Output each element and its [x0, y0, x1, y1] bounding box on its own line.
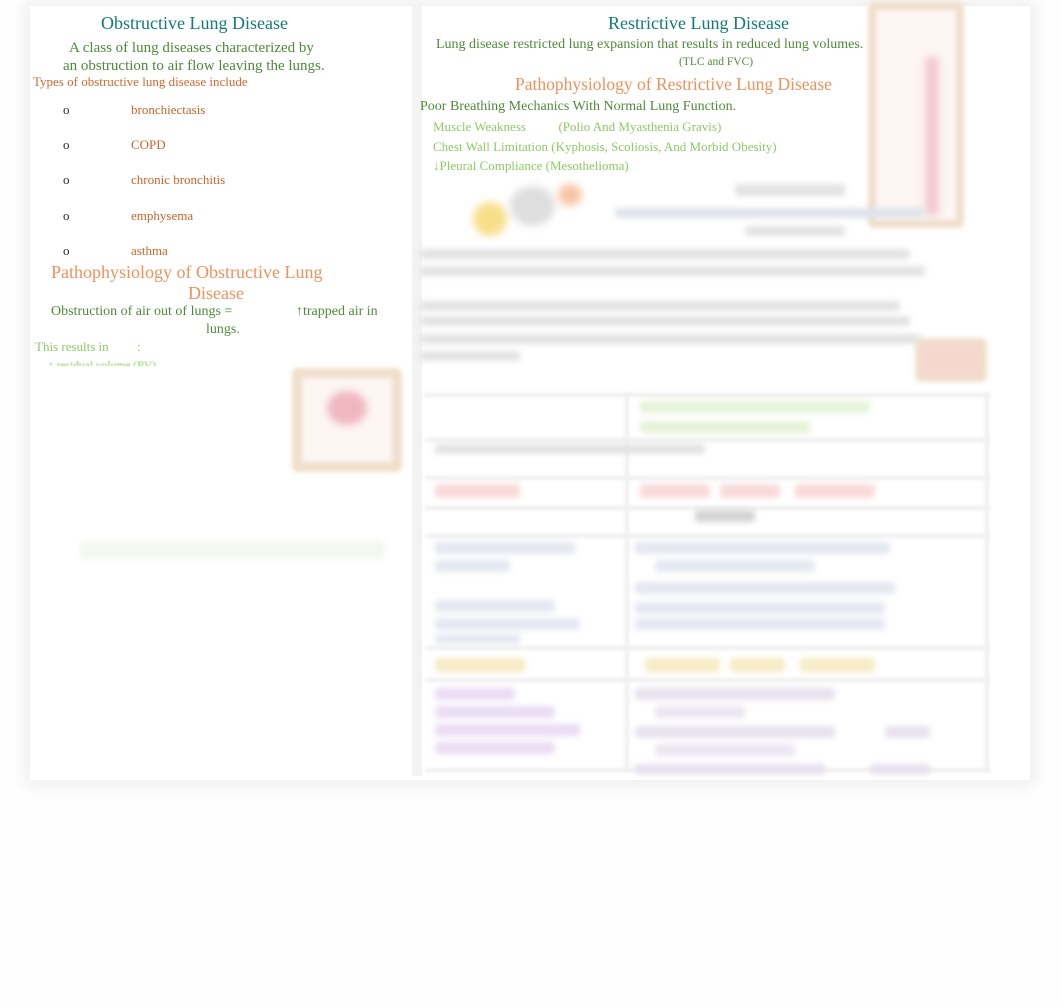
cause-label: Chest Wall Limitation	[433, 139, 548, 154]
list-bullet: o	[63, 172, 70, 187]
list-bullet: o	[63, 102, 70, 117]
table-cell	[435, 444, 705, 454]
table-cell	[655, 744, 795, 756]
table-rule	[425, 678, 990, 682]
table-rule	[425, 646, 990, 650]
table-cell	[635, 618, 885, 630]
results-item-partial: ↑ residual volume (RV)	[48, 360, 156, 366]
table-rule	[425, 438, 990, 442]
cause-label: ↓Pleural Compliance	[433, 158, 543, 173]
table-cell	[435, 542, 575, 554]
obstructive-definition-line2: an obstruction to air flow leaving the l…	[63, 58, 325, 74]
cause-examples: (Polio And Myasthenia Gravis)	[558, 119, 722, 134]
table-cell	[635, 726, 835, 738]
obstructive-patho-text-line2: lungs.	[206, 322, 240, 337]
lung-volume-image	[868, 2, 964, 228]
blurred-caption	[80, 541, 385, 559]
obstructive-section: Obstructive Lung Disease A class of lung…	[33, 6, 422, 776]
table-header-cell	[645, 658, 720, 672]
table-cell	[435, 634, 520, 644]
results-colon: :	[137, 339, 141, 354]
table-cell	[435, 688, 515, 700]
list-label: asthma	[131, 243, 168, 258]
cause-item: Muscle Weakness (Polio And Myasthenia Gr…	[433, 119, 721, 135]
table-cell	[435, 618, 580, 630]
table-header-cell	[795, 484, 875, 498]
table-cell	[635, 688, 835, 700]
list-label: bronchiectasis	[131, 102, 206, 117]
table-header-cell	[730, 658, 785, 672]
restrictive-patho-title: Pathophysiology of Restrictive Lung Dise…	[515, 74, 832, 94]
circle-graphic-icon	[510, 186, 555, 226]
table-subheader	[695, 510, 755, 522]
table-header-cell	[800, 658, 875, 672]
lung-illustration-icon	[327, 391, 367, 425]
obstructive-title: Obstructive Lung Disease	[101, 13, 288, 33]
blurred-thumbnail	[915, 338, 987, 382]
obstructive-patho-title-line1: Pathophysiology of Obstructive Lung	[51, 262, 323, 282]
table-cell	[635, 542, 890, 554]
dot-graphic-icon	[558, 184, 582, 206]
table-rule	[425, 534, 990, 538]
table-header-cell	[435, 658, 525, 672]
table-cell	[655, 706, 745, 718]
sun-icon	[473, 202, 507, 236]
types-intro: Types of obstructive lung disease includ…	[33, 74, 248, 89]
blurred-text-line	[420, 249, 910, 259]
table-cell	[655, 560, 815, 572]
blurred-text-line	[420, 334, 920, 344]
table-cell	[870, 764, 930, 774]
cause-item: ↓Pleural Compliance (Mesothelioma)	[433, 158, 629, 174]
table-rule	[425, 476, 990, 480]
cause-item: Chest Wall Limitation (Kyphosis, Scolios…	[433, 139, 777, 155]
restrictive-definition-note: (TLC and FVC)	[679, 56, 754, 68]
table-cell	[635, 764, 825, 774]
list-label: COPD	[131, 137, 166, 152]
volume-bar-icon	[925, 56, 939, 216]
cause-label: Muscle Weakness	[433, 119, 526, 134]
table-header-cell	[640, 484, 710, 498]
obstructive-patho-text-part1: Obstruction of air out of lungs =	[51, 304, 233, 319]
blurred-label	[735, 184, 845, 196]
list-bullet: o	[63, 137, 70, 152]
results-label: This results in	[35, 339, 109, 354]
table-cell	[435, 742, 555, 754]
blurred-label	[745, 226, 845, 236]
cause-examples: (Kyphosis, Scoliosis, And Morbid Obesity…	[551, 139, 777, 154]
obstructive-patho-title-line2: Disease	[188, 283, 244, 303]
list-label: chronic bronchitis	[131, 172, 226, 187]
blurred-label	[615, 208, 925, 218]
table-cell	[635, 602, 885, 614]
table-rule	[425, 393, 990, 397]
restrictive-title: Restrictive Lung Disease	[608, 13, 789, 33]
cause-examples: (Mesothelioma)	[545, 158, 629, 173]
document-page: Obstructive Lung Disease A class of lung…	[30, 2, 1030, 780]
table-header-cell	[720, 484, 780, 498]
table-cell	[435, 724, 580, 736]
table-cell	[640, 401, 870, 413]
table-cell	[635, 582, 895, 594]
table-cell	[885, 726, 930, 738]
restrictive-patho-intro: Poor Breathing Mechanics With Normal Lun…	[420, 99, 737, 114]
table-divider	[985, 393, 989, 771]
table-cell	[435, 600, 555, 612]
table-cell	[435, 706, 555, 718]
restrictive-section: Restrictive Lung Disease Lung disease re…	[415, 2, 1025, 776]
restrictive-definition: Lung disease restricted lung expansion t…	[436, 37, 864, 52]
blurred-text-line	[420, 301, 900, 311]
obstructive-definition-line1: A class of lung diseases characterized b…	[69, 40, 314, 56]
list-label: emphysema	[131, 208, 194, 223]
obstructive-patho-text-part2: ↑trapped air in	[296, 304, 378, 319]
blurred-text-line	[420, 351, 520, 361]
blurred-text-line	[420, 316, 910, 326]
table-header-cell	[435, 484, 520, 498]
table-cell	[640, 421, 810, 433]
blurred-text-line	[420, 266, 925, 276]
list-bullet: o	[63, 208, 70, 223]
list-bullet: o	[63, 243, 70, 258]
table-cell	[435, 560, 510, 572]
